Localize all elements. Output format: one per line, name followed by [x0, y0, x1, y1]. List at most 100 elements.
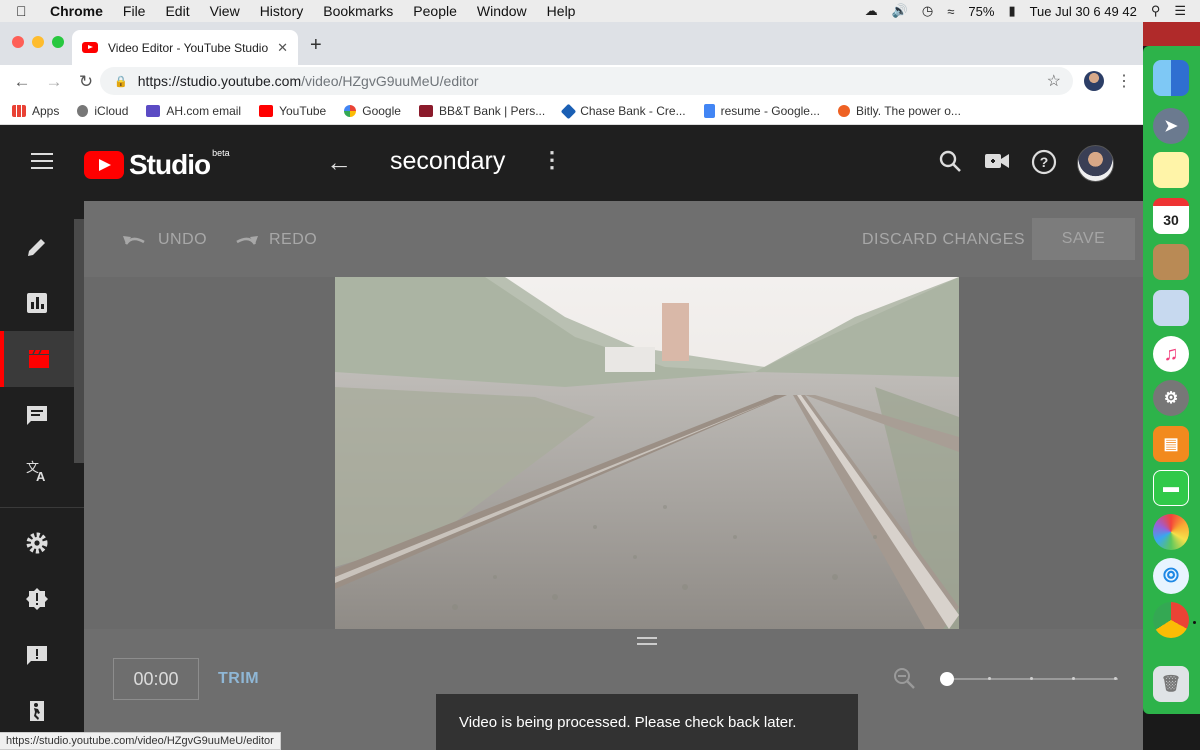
menu-file[interactable]: File	[123, 3, 146, 19]
feedback-icon	[27, 646, 47, 665]
bookmark-apps[interactable]: Apps	[12, 104, 59, 118]
browser-toolbar: ← → ↻ 🔒 https://studio.youtube.com/video…	[0, 65, 1143, 98]
playhead-time-field[interactable]: 00:00	[113, 658, 199, 700]
menu-edit[interactable]: Edit	[165, 3, 189, 19]
menu-window[interactable]: Window	[477, 3, 527, 19]
video-preview-frame[interactable]	[335, 277, 959, 629]
help-icon[interactable]: ?	[1031, 149, 1057, 175]
menu-history[interactable]: History	[260, 3, 304, 19]
volume-icon[interactable]: 🔊	[892, 3, 908, 19]
zoom-slider[interactable]	[940, 672, 1118, 686]
profile-avatar-icon[interactable]	[1084, 71, 1104, 91]
account-avatar[interactable]	[1077, 145, 1114, 182]
reload-icon[interactable]: ↻	[74, 72, 98, 92]
nav-settings[interactable]	[0, 515, 74, 571]
bookmark-chase[interactable]: Chase Bank - Cre...	[560, 103, 686, 119]
bookmark-icloud[interactable]: iCloud	[77, 104, 128, 118]
svg-text:A: A	[36, 469, 46, 483]
mail-stamp-icon[interactable]	[1153, 290, 1189, 326]
menu-view[interactable]: View	[210, 3, 240, 19]
launchpad-icon[interactable]: ➤	[1153, 108, 1189, 144]
calendar-icon[interactable]: 30	[1153, 198, 1189, 234]
chrome-menu-icon[interactable]: ⋮	[1116, 71, 1132, 91]
bookmarks-bar: Apps iCloud AH.com email YouTube Google …	[0, 98, 1143, 137]
hamburger-menu-icon[interactable]	[31, 153, 53, 169]
trash-icon[interactable]: 🗑	[1153, 666, 1189, 702]
nav-creator-studio-classic[interactable]	[0, 683, 74, 739]
close-window-button[interactable]	[12, 36, 24, 48]
bookmark-resume[interactable]: resume - Google...	[703, 104, 820, 118]
video-options-icon[interactable]: ⋮	[541, 147, 563, 173]
finder-icon[interactable]	[1153, 60, 1189, 96]
bookmark-google[interactable]: Google	[344, 104, 401, 118]
notification-center-icon[interactable]: ☰	[1174, 3, 1186, 19]
mail-icon	[146, 105, 161, 117]
zoom-out-icon[interactable]	[893, 667, 915, 695]
battery-percent[interactable]: 75%	[968, 4, 994, 19]
music-icon[interactable]: ♫	[1153, 336, 1189, 372]
bookmark-bbt[interactable]: BB&T Bank | Pers...	[418, 104, 545, 118]
create-video-icon[interactable]	[984, 149, 1010, 175]
undo-button[interactable]: UNDO	[122, 231, 207, 249]
spotlight-search-icon[interactable]: ⚲	[1151, 3, 1161, 19]
zoom-slider-knob[interactable]	[940, 672, 954, 686]
photos-icon[interactable]	[1153, 514, 1189, 550]
bookmark-bitly[interactable]: Bitly. The power o...	[837, 104, 961, 118]
apps-grid-icon	[12, 105, 26, 117]
nav-scrollbar[interactable]	[74, 219, 84, 463]
nav-report[interactable]	[0, 571, 74, 627]
browser-tab[interactable]: Video Editor - YouTube Studio ✕	[72, 30, 298, 65]
address-bar[interactable]: 🔒 https://studio.youtube.com/video/HZgvG…	[100, 67, 1073, 95]
contacts-icon[interactable]	[1153, 244, 1189, 280]
nav-translations[interactable]: 文A	[0, 443, 74, 499]
trim-button[interactable]: TRIM	[218, 670, 259, 688]
system-preferences-icon[interactable]: ⚙	[1153, 380, 1189, 416]
nav-analytics[interactable]	[0, 275, 74, 331]
chrome-icon[interactable]	[1153, 602, 1189, 638]
nav-details[interactable]	[0, 219, 74, 275]
wifi-icon[interactable]: ≈	[947, 4, 954, 19]
window-controls	[12, 36, 64, 48]
forward-icon[interactable]: →	[42, 72, 66, 92]
save-button[interactable]: SAVE	[1032, 218, 1135, 260]
notes-icon[interactable]	[1153, 152, 1189, 188]
discard-changes-button[interactable]: DISCARD CHANGES	[862, 231, 1025, 249]
chase-icon	[560, 103, 577, 119]
nav-editor[interactable]	[0, 331, 74, 387]
nav-comments[interactable]	[0, 387, 74, 443]
apple-menu-icon[interactable]: 	[16, 3, 36, 19]
lock-icon[interactable]: 🔒	[114, 75, 128, 88]
bookmark-star-icon[interactable]: ☆	[1047, 71, 1061, 91]
new-tab-icon[interactable]: +	[310, 34, 322, 57]
facetime-icon[interactable]: ▬	[1153, 470, 1189, 506]
menu-help[interactable]: Help	[547, 3, 576, 19]
youtube-favicon-icon	[82, 42, 98, 53]
bookmark-youtube[interactable]: YouTube	[259, 104, 326, 118]
bookmark-ah-email[interactable]: AH.com email	[146, 104, 241, 118]
back-to-video-icon[interactable]: ←	[326, 147, 352, 178]
film-clapper-icon	[29, 349, 49, 368]
menu-chrome[interactable]: Chrome	[50, 3, 103, 19]
redo-button[interactable]: REDO	[233, 231, 317, 249]
battery-icon[interactable]: ▮	[1008, 3, 1015, 19]
creative-cloud-icon[interactable]: ☁	[865, 3, 878, 19]
zoom-window-button[interactable]	[52, 36, 64, 48]
menu-clock[interactable]: Tue Jul 30 6 49 42	[1030, 4, 1137, 19]
menu-bookmarks[interactable]: Bookmarks	[323, 3, 393, 19]
bitly-icon	[837, 105, 850, 117]
safari-compass-icon[interactable]: ⦾	[1153, 558, 1189, 594]
search-icon[interactable]	[937, 149, 963, 175]
undo-icon	[123, 236, 145, 245]
resize-handle-icon[interactable]	[637, 637, 657, 645]
zoom-tick	[1114, 677, 1117, 680]
back-icon[interactable]: ←	[10, 72, 34, 92]
close-tab-icon[interactable]: ✕	[277, 40, 288, 56]
menu-people[interactable]: People	[413, 3, 457, 19]
minimize-window-button[interactable]	[32, 36, 44, 48]
nav-divider	[0, 507, 84, 508]
time-machine-icon[interactable]: ◷	[922, 3, 933, 19]
snackbar-message: Video is being processed. Please check b…	[459, 713, 797, 731]
studio-logo[interactable]: Studio beta	[84, 148, 230, 181]
nav-feedback[interactable]	[0, 627, 74, 683]
books-icon[interactable]: ▤	[1153, 426, 1189, 462]
